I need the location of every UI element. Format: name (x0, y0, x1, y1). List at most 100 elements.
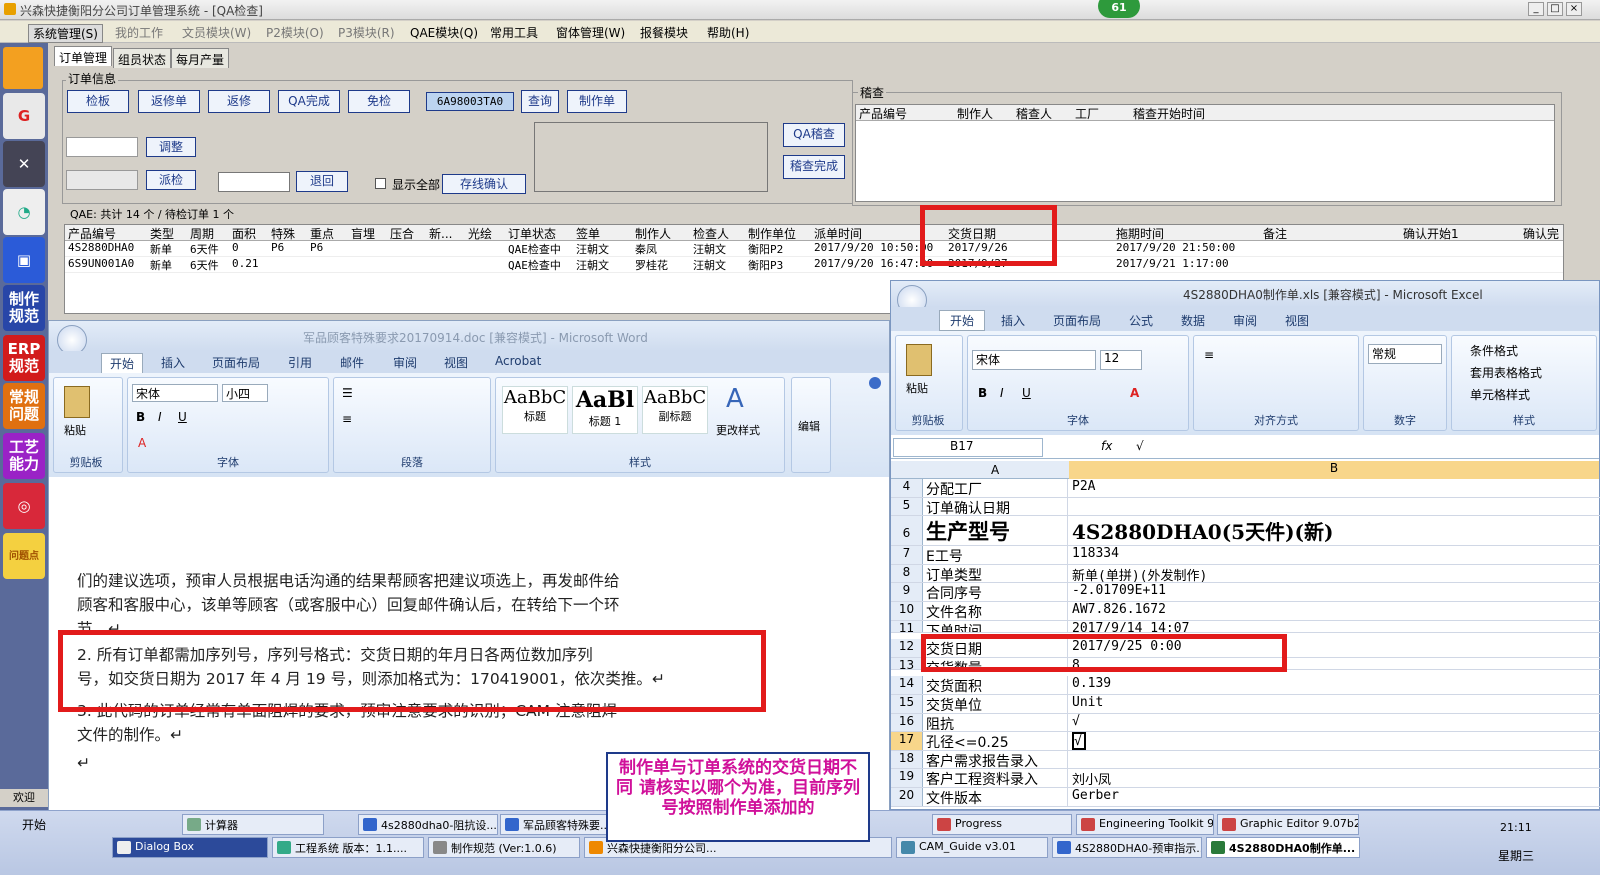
tab-insert[interactable]: 插入 (1001, 312, 1025, 329)
table-row[interactable]: 5 订单确认日期 (891, 497, 1600, 517)
make-sheet-button[interactable]: 制作单 (567, 90, 627, 113)
taskbar-item[interactable]: 4S2880DHA0-预审指示... (1052, 837, 1202, 858)
taskbar-item-excel[interactable]: 4S2880DHA0制作单... (1206, 837, 1360, 858)
cell-a[interactable]: 订单类型 (926, 564, 1068, 583)
font-name-select[interactable]: 宋体 (132, 384, 218, 402)
tab-formulas[interactable]: 公式 (1129, 312, 1153, 329)
bullets-icon[interactable]: ☰ (342, 386, 353, 400)
cell-b[interactable]: 2017/9/14 14:07 (1072, 621, 1592, 632)
cell-a[interactable]: 分配工厂 (926, 479, 1068, 497)
menu-my-work[interactable]: 我的工作 (115, 24, 163, 41)
expand-icon[interactable] (3, 47, 43, 89)
menu-tools[interactable]: 常用工具 (490, 24, 538, 41)
tab-member-status[interactable]: 组员状态 (113, 48, 172, 68)
font-color-icon[interactable]: A (138, 436, 146, 450)
tab-layout[interactable]: 页面布局 (1053, 312, 1101, 329)
font-name-select[interactable]: 宋体 (972, 350, 1096, 370)
dispatch-button[interactable]: 派检 (146, 170, 196, 190)
font-size-select[interactable]: 小四 (222, 384, 268, 402)
style-subtitle[interactable]: AaBbC 副标题 (642, 386, 708, 434)
cell-a[interactable]: E工号 (926, 546, 1068, 564)
tab-references[interactable]: 引用 (288, 354, 312, 371)
tab-view[interactable]: 视图 (1285, 312, 1309, 329)
menu-p3[interactable]: P3模块(R) (338, 24, 395, 41)
cell-a[interactable]: 客户需求报告录入 (926, 750, 1068, 769)
word-window[interactable]: 军品顾客特殊要求20170914.doc [兼容模式] - Microsoft … (48, 320, 890, 811)
tab-review[interactable]: 审阅 (393, 354, 417, 371)
taskbar-item[interactable]: 4s2880dha0-阻抗设... (358, 814, 498, 835)
chart-icon[interactable]: ◔ (3, 189, 45, 235)
excel-window[interactable]: 4S2880DHA0制作单.xls [兼容模式] - Microsoft Exc… (890, 280, 1600, 810)
edit-label[interactable]: 编辑 (798, 418, 820, 434)
conditional-format-button[interactable]: 条件格式 (1470, 342, 1518, 359)
cell-b[interactable] (1072, 751, 1592, 769)
formula-input[interactable]: √ (1136, 439, 1144, 453)
menu-meal[interactable]: 报餐模块 (640, 24, 688, 41)
process-ability-button[interactable]: 工艺 能力 (3, 433, 45, 479)
cell-b[interactable]: 新单(单拼)(外发制作) (1072, 565, 1592, 584)
return-button[interactable]: 退回 (296, 171, 348, 192)
table-row[interactable]: 7 E工号 118334 (891, 546, 1600, 565)
cell-b[interactable]: 118334 (1072, 546, 1592, 564)
rework-order-button[interactable]: 返修单 (138, 90, 200, 113)
cell-b[interactable]: -2.01709E+11 (1072, 583, 1592, 601)
underline-icon[interactable]: U (178, 410, 187, 424)
table-row[interactable]: 10 文件名称 AW7.826.1672 (891, 602, 1600, 621)
name-box[interactable]: B17 (893, 438, 1043, 457)
online-confirm-button[interactable]: 存线确认 (442, 174, 526, 194)
style-normal[interactable]: AaBbC 标题 (502, 386, 568, 434)
issue-point-button[interactable]: 问题点 (3, 533, 45, 579)
common-issues-button[interactable]: 常规 问题 (3, 383, 45, 429)
change-style-icon[interactable]: A (726, 384, 744, 414)
maximize-icon[interactable]: □ (1547, 2, 1563, 16)
table-row[interactable]: 9 合同序号 -2.01709E+11 (891, 583, 1600, 602)
audit-grid[interactable]: 产品编号 制作人 稽查人 工厂 稽查开始时间 (855, 104, 1555, 202)
table-row[interactable]: 4 分配工厂 P2A (891, 479, 1600, 498)
cell-a[interactable]: 交货单位 (926, 695, 1068, 713)
cell-a[interactable]: 阻抗 (926, 713, 1068, 732)
dispatch-dropdown[interactable] (66, 170, 138, 190)
tab-insert[interactable]: 插入 (161, 354, 185, 371)
tab-review[interactable]: 审阅 (1233, 312, 1257, 329)
font-size-select[interactable]: 12 (1100, 350, 1142, 370)
menu-qae[interactable]: QAE模块(Q) (410, 24, 478, 41)
cell-b[interactable]: P2A (1072, 479, 1592, 497)
query-button[interactable]: 查询 (521, 90, 559, 113)
cell-a[interactable]: 客户工程资料录入 (926, 769, 1068, 787)
cell-a[interactable]: 文件名称 (926, 602, 1068, 620)
cell-a[interactable]: 合同序号 (926, 583, 1068, 601)
cell-a[interactable]: 订单确认日期 (926, 497, 1068, 516)
col-header-b[interactable]: B (1069, 461, 1599, 479)
table-row[interactable]: 14 交货面积 0.139 (891, 676, 1600, 695)
review-done-button[interactable]: 稽查完成 (783, 155, 845, 179)
order-code-input[interactable]: 6A98003TA0 (426, 92, 514, 111)
cell-b[interactable]: 4S2880DHA0(5天件)(新) (1072, 516, 1592, 545)
cell-style-button[interactable]: 单元格样式 (1470, 386, 1530, 403)
tab-home[interactable]: 开始 (101, 353, 144, 374)
tab-mailings[interactable]: 邮件 (340, 354, 364, 371)
table-row[interactable]: 4S2880DHA0 新单 6天件 0 P6 P6 QAE检查中 汪朝文 秦凤 … (65, 241, 1563, 257)
tools-icon[interactable]: ✕ (3, 141, 45, 187)
table-row[interactable]: 20 文件版本 Gerber (891, 788, 1600, 807)
tab-view[interactable]: 视图 (444, 354, 468, 371)
cell-a[interactable]: 文件版本 (926, 788, 1068, 806)
taskbar-item[interactable]: 工程系统 版本：1.1.... (272, 837, 424, 858)
exempt-button[interactable]: 免检 (348, 90, 410, 113)
number-format-select[interactable]: 常规 (1368, 344, 1442, 364)
minimize-icon[interactable]: _ (1528, 2, 1544, 16)
tab-layout[interactable]: 页面布局 (212, 354, 260, 371)
taskbar-item[interactable]: 制作规范 (Ver:1.0.6) (428, 837, 580, 858)
menu-window[interactable]: 窗体管理(W) (556, 24, 625, 41)
font-color-icon[interactable]: A (1130, 386, 1139, 400)
table-format-button[interactable]: 套用表格格式 (1470, 364, 1542, 381)
table-row[interactable]: 16 阻抗 √ (891, 713, 1600, 733)
qa-review-button[interactable]: QA稽查 (783, 123, 845, 147)
cell-b[interactable]: Gerber (1072, 788, 1592, 806)
paste-icon[interactable] (906, 344, 932, 376)
menu-p2[interactable]: P2模块(O) (266, 24, 324, 41)
table-row[interactable]: 11 下单时间 2017/9/14 14:07 (891, 620, 1600, 633)
italic-icon[interactable]: I (158, 410, 162, 424)
spec-button[interactable]: 制作 规范 (3, 285, 45, 331)
cell-b-selected[interactable]: √ (1072, 732, 1086, 750)
cell-b[interactable]: Unit (1072, 695, 1592, 713)
